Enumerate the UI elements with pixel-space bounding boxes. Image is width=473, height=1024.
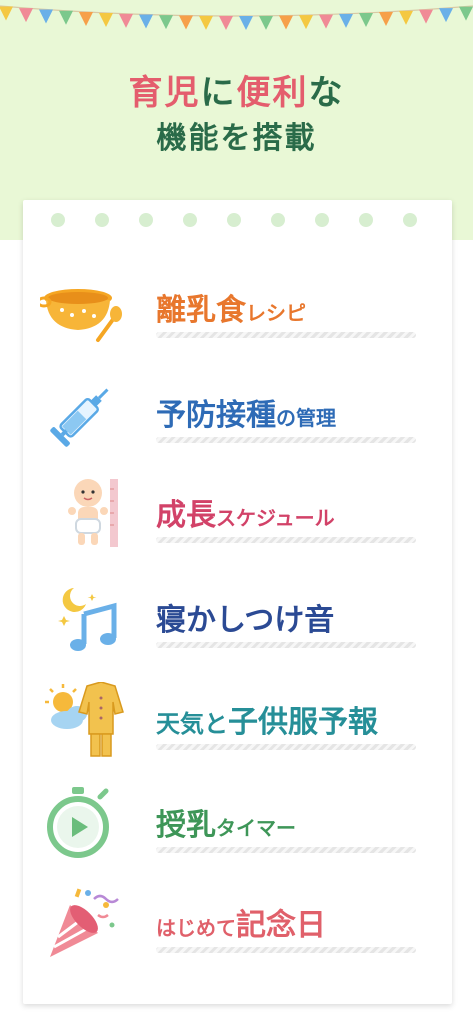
label-underline (156, 744, 416, 750)
bunting-flag (419, 9, 433, 24)
bunting-flag (119, 13, 133, 28)
label-underline (156, 537, 416, 543)
bunting-flag (179, 15, 193, 30)
bunting-decoration (0, 5, 473, 30)
feature-lullaby-sounds[interactable]: 寝かしつけ音 (40, 580, 430, 660)
title-line2: 機能を搭載 (156, 121, 317, 156)
feature-baby-food-recipe[interactable]: 離乳食レシピ (40, 270, 430, 350)
syringe-icon (50, 388, 109, 447)
label-underline (156, 332, 416, 338)
bunting-flag (79, 11, 93, 26)
baby-growth-icon (68, 479, 118, 547)
bunting-flag (459, 6, 473, 21)
bunting-flag (59, 10, 73, 25)
title-word-benri: 便利 (236, 73, 309, 113)
baby-food-bowl-icon (40, 289, 122, 342)
moon-music-icon (58, 588, 117, 651)
bunting-flag (319, 14, 333, 29)
feature-vaccination-management[interactable]: 予防接種の管理 (40, 375, 430, 455)
title-word-ni: に (200, 73, 237, 113)
weather-clothes-icon (45, 682, 124, 757)
bunting-flag (219, 15, 233, 30)
label-underline (156, 437, 416, 443)
label-underline (156, 642, 416, 648)
stopwatch-icon (47, 787, 109, 858)
bunting-flag (259, 15, 273, 30)
page-title: 育児に便利な 機能を搭載 (0, 70, 473, 162)
feature-label: 天気と子供服予報 (156, 705, 378, 740)
bunting-flag (399, 10, 413, 25)
feature-label: はじめて記念日 (156, 908, 326, 943)
bunting-flag (239, 15, 253, 30)
bunting-flag (379, 12, 393, 27)
title-word-ikuji: 育児 (128, 73, 201, 113)
party-popper-icon (50, 888, 119, 957)
bunting-flag (0, 6, 13, 21)
bunting-flag (39, 9, 53, 24)
label-underline (156, 947, 416, 953)
bunting-flag (339, 13, 353, 28)
feature-weather-clothing-forecast[interactable]: 天気と子供服予報 (40, 682, 430, 762)
feature-label: 予防接種の管理 (156, 398, 336, 433)
title-word-na: な (308, 73, 345, 113)
bunting-flag (19, 8, 33, 23)
feature-growth-schedule[interactable]: 成長スケジュール (40, 475, 430, 555)
feature-label: 寝かしつけ音 (156, 603, 335, 638)
bunting-flag (159, 15, 173, 30)
feature-label: 授乳タイマー (156, 808, 296, 843)
feature-label: 成長スケジュール (156, 498, 335, 533)
bunting-flag (99, 12, 113, 27)
feature-label: 離乳食レシピ (156, 293, 306, 328)
notebook-holes (51, 213, 421, 229)
feature-first-milestones[interactable]: はじめて記念日 (40, 885, 430, 965)
bunting-flag (199, 15, 213, 30)
bunting-flag (299, 15, 313, 30)
bunting-flag (439, 8, 453, 23)
bunting-flag (279, 15, 293, 30)
bunting-flag (139, 14, 153, 29)
bunting-flag (359, 13, 373, 28)
feature-feeding-timer[interactable]: 授乳タイマー (40, 785, 430, 865)
label-underline (156, 847, 416, 853)
